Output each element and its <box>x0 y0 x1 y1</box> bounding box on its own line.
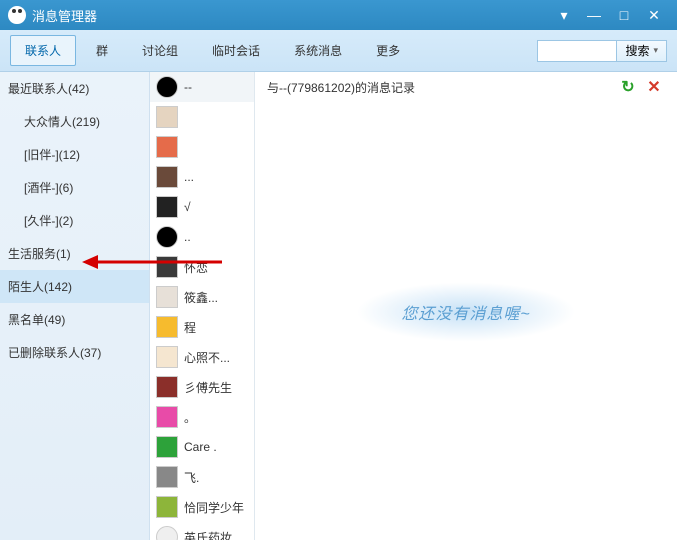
empty-state-text: 您还没有消息喔~ <box>356 282 576 342</box>
content-column: 与--(779861202)的消息记录 ↻ ✕ 您还没有消息喔~ <box>255 72 677 540</box>
contact-row-8[interactable]: 程 <box>150 312 254 342</box>
avatar <box>156 346 178 368</box>
contact-row-2[interactable] <box>150 132 254 162</box>
nav-tab-4[interactable]: 系统消息 <box>280 36 356 65</box>
contact-row-13[interactable]: 飞. <box>150 462 254 492</box>
main: 最近联系人(42)大众情人(219)[旧伴-](12)[酒伴-](6)[久伴-]… <box>0 72 677 540</box>
contact-row-7[interactable]: 筱鑫... <box>150 282 254 312</box>
category-item-5[interactable]: 生活服务(1) <box>0 237 149 270</box>
contact-name: .. <box>184 230 191 244</box>
nav-tab-1[interactable]: 群 <box>82 36 122 65</box>
contact-name: 筱鑫... <box>184 289 218 306</box>
contact-name: 心照不... <box>184 349 230 366</box>
contact-row-15[interactable]: 英氏药妆 <box>150 522 254 540</box>
avatar <box>156 136 178 158</box>
empty-state: 您还没有消息喔~ <box>356 282 576 342</box>
category-column: 最近联系人(42)大众情人(219)[旧伴-](12)[酒伴-](6)[久伴-]… <box>0 72 150 540</box>
avatar <box>156 256 178 278</box>
category-item-7[interactable]: 黑名单(49) <box>0 303 149 336</box>
nav-tabs: 联系人群讨论组临时会话系统消息更多 <box>10 35 414 66</box>
minimize-button[interactable]: ― <box>579 0 609 30</box>
category-item-4[interactable]: [久伴-](2) <box>0 204 149 237</box>
category-item-3[interactable]: [酒伴-](6) <box>0 171 149 204</box>
contact-row-14[interactable]: 恰同学少年 <box>150 492 254 522</box>
contact-name: 程 <box>184 319 196 336</box>
titlebar: 消息管理器 ▾ ― □ ✕ <box>0 0 677 30</box>
contact-row-3[interactable]: ... <box>150 162 254 192</box>
search-input[interactable] <box>537 40 617 62</box>
contact-column: --... √.. 怀恋筱鑫... 程心照不... 彡傅先生。 Care . 飞. 恰同学少年… <box>150 72 255 540</box>
contact-row-5[interactable]: .. <box>150 222 254 252</box>
avatar <box>156 466 178 488</box>
category-item-8[interactable]: 已删除联系人(37) <box>0 336 149 369</box>
nav-tab-2[interactable]: 讨论组 <box>128 36 192 65</box>
content-header: 与--(779861202)的消息记录 ↻ ✕ <box>255 72 677 102</box>
contact-name: 飞. <box>184 469 199 486</box>
avatar <box>156 526 178 540</box>
content-header-title: 与--(779861202)的消息记录 <box>267 79 613 96</box>
contact-name: 彡傅先生 <box>184 379 232 396</box>
search-button[interactable]: 搜索 <box>617 40 667 62</box>
contact-name: √ <box>184 200 191 214</box>
nav-tab-0[interactable]: 联系人 <box>10 35 76 66</box>
contact-row-6[interactable]: 怀恋 <box>150 252 254 282</box>
contact-row-10[interactable]: 彡傅先生 <box>150 372 254 402</box>
contact-row-4[interactable]: √ <box>150 192 254 222</box>
search-button-label: 搜索 <box>625 42 649 59</box>
avatar <box>156 316 178 338</box>
contact-name: 。 <box>184 409 196 426</box>
search-wrap: 搜索 <box>537 40 667 62</box>
contact-name: ... <box>184 170 194 184</box>
avatar <box>156 196 178 218</box>
contact-name: Care . <box>184 440 217 454</box>
nav-tab-5[interactable]: 更多 <box>362 36 414 65</box>
contact-name: 恰同学少年 <box>184 499 244 516</box>
avatar <box>156 406 178 428</box>
avatar <box>156 286 178 308</box>
category-item-0[interactable]: 最近联系人(42) <box>0 72 149 105</box>
category-item-6[interactable]: 陌生人(142) <box>0 270 149 303</box>
avatar <box>156 436 178 458</box>
contact-row-1[interactable] <box>150 102 254 132</box>
close-button[interactable]: ✕ <box>639 0 669 30</box>
avatar <box>156 376 178 398</box>
contact-row-12[interactable]: Care . <box>150 432 254 462</box>
delete-button[interactable]: ✕ <box>643 76 665 98</box>
avatar <box>156 76 178 98</box>
avatar <box>156 106 178 128</box>
qq-penguin-icon <box>8 6 26 24</box>
contact-row-11[interactable]: 。 <box>150 402 254 432</box>
contact-row-9[interactable]: 心照不... <box>150 342 254 372</box>
maximize-button[interactable]: □ <box>609 0 639 30</box>
contact-name: 英氏药妆 <box>184 529 232 540</box>
contact-name: -- <box>184 80 192 94</box>
avatar <box>156 226 178 248</box>
category-item-1[interactable]: 大众情人(219) <box>0 105 149 138</box>
nav-tab-3[interactable]: 临时会话 <box>198 36 274 65</box>
dropdown-button[interactable]: ▾ <box>549 0 579 30</box>
window-title: 消息管理器 <box>32 6 97 25</box>
avatar <box>156 496 178 518</box>
category-item-2[interactable]: [旧伴-](12) <box>0 138 149 171</box>
avatar <box>156 166 178 188</box>
contact-name: 怀恋 <box>184 259 208 276</box>
navbar: 联系人群讨论组临时会话系统消息更多 搜索 <box>0 30 677 72</box>
refresh-button[interactable]: ↻ <box>617 76 639 98</box>
contact-row-0[interactable]: -- <box>150 72 254 102</box>
